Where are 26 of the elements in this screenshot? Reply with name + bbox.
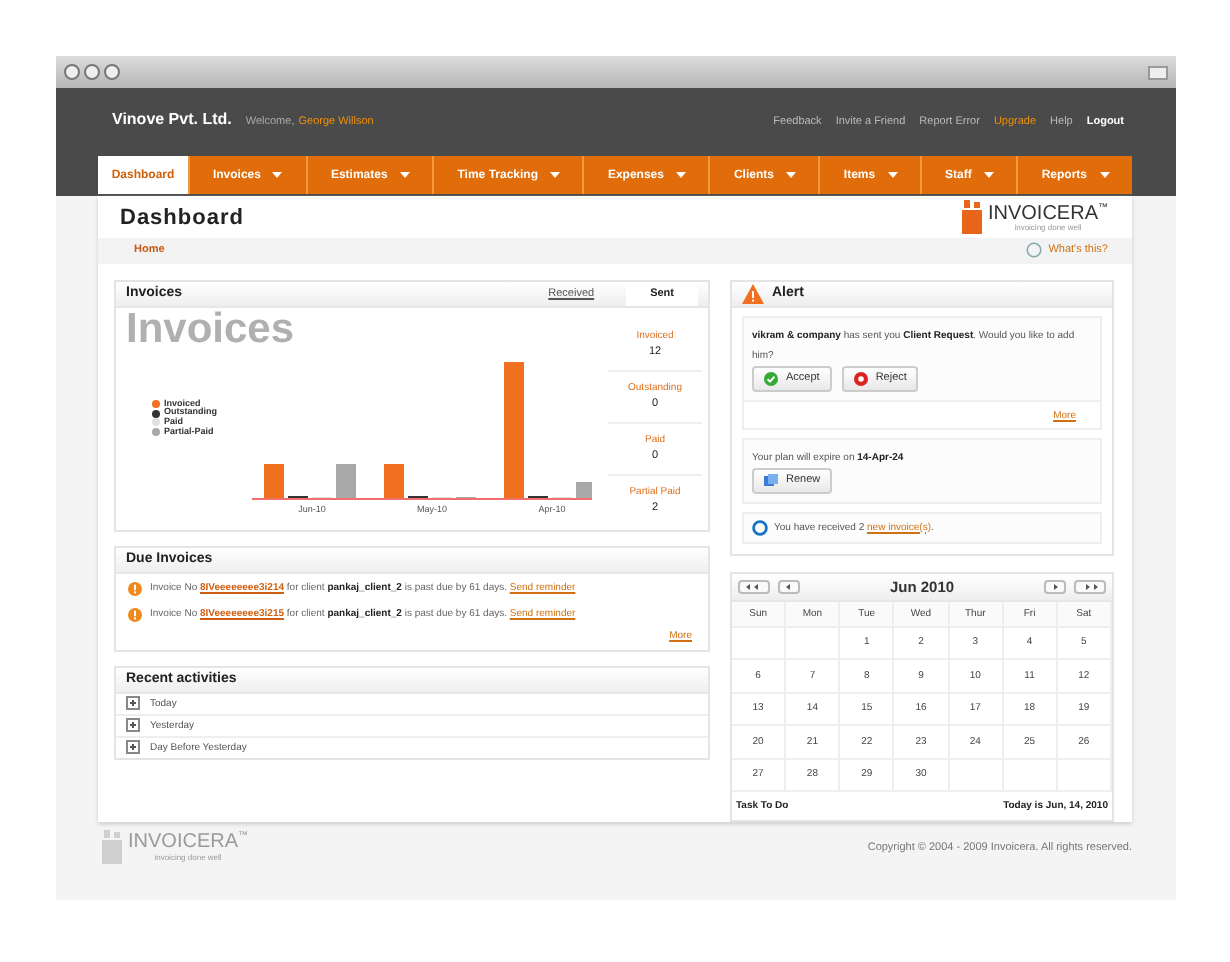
company-name: Vinove Pvt. Ltd. bbox=[112, 110, 232, 128]
chart-bar bbox=[336, 463, 356, 497]
help-icon bbox=[1026, 242, 1043, 259]
logo-icon bbox=[961, 200, 984, 235]
logo-wordmark: INVOICERA$^{™}$ bbox=[128, 832, 249, 854]
arrow-icon bbox=[786, 583, 792, 589]
chart-bar bbox=[384, 463, 404, 497]
warning-icon bbox=[128, 581, 142, 595]
arrow-icon bbox=[1052, 583, 1058, 589]
chart-bar bbox=[504, 361, 524, 497]
warning-icon bbox=[128, 607, 142, 621]
previous-month-button[interactable] bbox=[778, 579, 800, 593]
renew-icon bbox=[764, 473, 778, 487]
next-month-button[interactable] bbox=[1044, 579, 1066, 593]
reject-icon bbox=[853, 371, 868, 385]
check-icon bbox=[764, 371, 778, 385]
chart-bar bbox=[264, 463, 284, 497]
double-arrow-icon bbox=[746, 583, 762, 589]
info-icon bbox=[752, 519, 768, 535]
chart-watermark: Invoices bbox=[126, 307, 295, 349]
double-arrow-icon bbox=[1082, 583, 1098, 589]
logo-icon bbox=[102, 830, 124, 864]
page-title: Dashboard bbox=[120, 205, 244, 230]
previous-year-button[interactable] bbox=[738, 579, 770, 593]
next-year-button[interactable] bbox=[1074, 579, 1106, 593]
logo-wordmark: INVOICERA$^{™}$ bbox=[987, 203, 1108, 224]
